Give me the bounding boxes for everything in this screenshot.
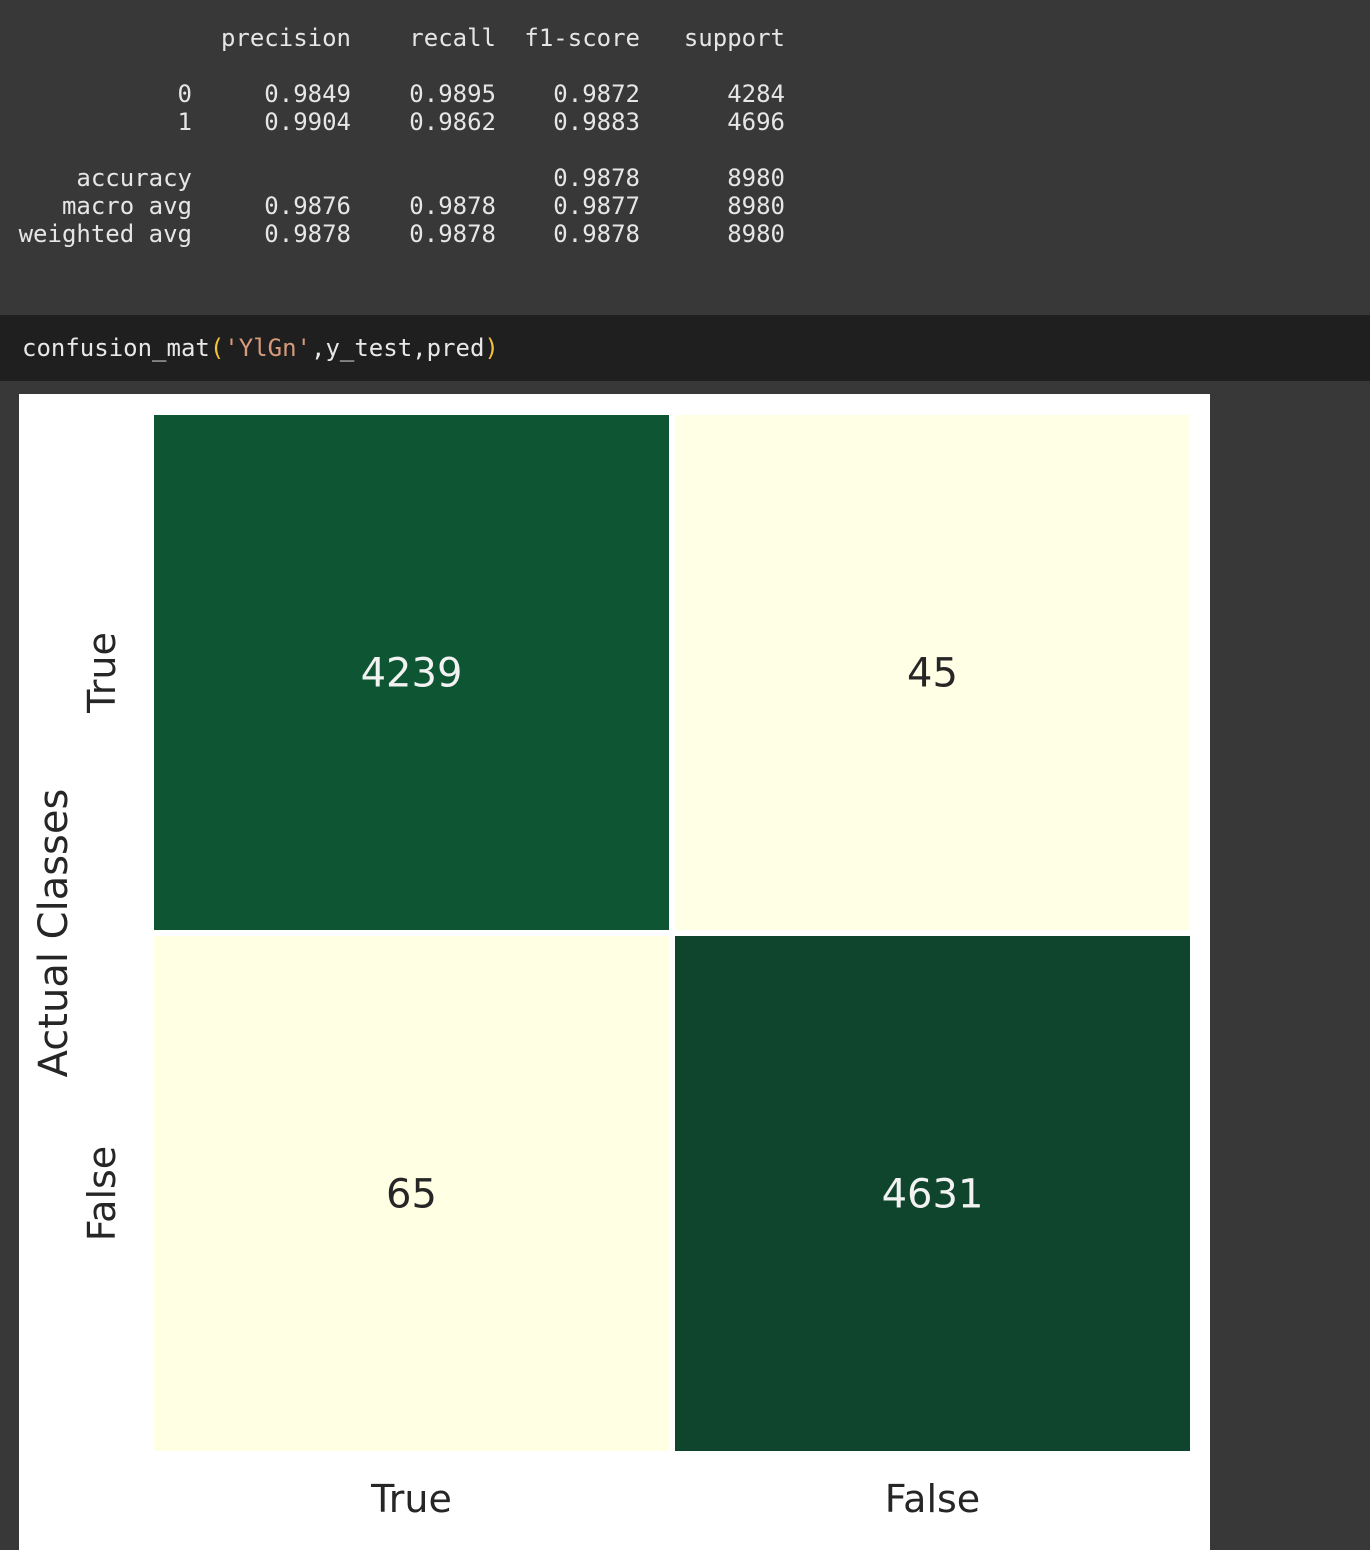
code-cell[interactable]: confusion_mat('YlGn',y_test,pred) bbox=[0, 315, 1370, 381]
report-row-label: 1 bbox=[177, 108, 192, 136]
report-cell: 0.9872 bbox=[553, 80, 640, 108]
report-cell: 0.9878 bbox=[409, 220, 496, 248]
report-cell: 0.9878 bbox=[409, 192, 496, 220]
cell-value-label: 45 bbox=[907, 651, 958, 697]
cell-value-label: 65 bbox=[386, 1172, 437, 1218]
report-cell: 0.9878 bbox=[264, 220, 351, 248]
remaining-arguments: ,y_test,pred bbox=[311, 334, 485, 362]
classification-report-output: precision recall f1-score support 0 0.9849 0.9… bbox=[0, 0, 1370, 315]
report-cell: 8980 bbox=[727, 220, 785, 248]
report-cell: 0.9878 bbox=[553, 164, 640, 192]
report-header-recall: recall bbox=[409, 24, 496, 52]
cell-value-label: 4239 bbox=[361, 651, 463, 697]
report-cell: 0.9862 bbox=[409, 108, 496, 136]
report-cell: 8980 bbox=[727, 164, 785, 192]
close-paren: ) bbox=[484, 334, 499, 362]
open-paren: ( bbox=[209, 334, 225, 362]
report-cell: 0.9883 bbox=[553, 108, 640, 136]
report-cell: 0.9877 bbox=[553, 192, 640, 220]
report-cell: 4696 bbox=[727, 108, 785, 136]
report-header-f1-score: f1-score bbox=[524, 24, 640, 52]
report-row-label: weighted avg bbox=[18, 220, 192, 248]
report-row-label: macro avg bbox=[61, 192, 192, 220]
report-header-precision: precision bbox=[220, 24, 351, 52]
report-cell: 0.9876 bbox=[264, 192, 351, 220]
x-tick-label: False bbox=[885, 1477, 980, 1521]
report-cell: 0.9895 bbox=[409, 80, 496, 108]
confusion-matrix-heatmap: 423945654631TrueFalseTrueFalsePredicted … bbox=[31, 409, 1196, 1550]
report-cell: 0.9849 bbox=[264, 80, 351, 108]
report-row-label: accuracy bbox=[76, 164, 192, 192]
x-tick-label: True bbox=[370, 1477, 452, 1521]
string-argument: 'YlGn' bbox=[224, 334, 311, 362]
y-tick-label: False bbox=[80, 1146, 124, 1241]
y-axis-label: Actual Classes bbox=[31, 789, 77, 1078]
report-cell: 8980 bbox=[727, 192, 785, 220]
y-tick-label: True bbox=[80, 632, 124, 714]
plot-output: 423945654631TrueFalseTrueFalsePredicted … bbox=[19, 394, 1210, 1550]
report-row-label: 0 bbox=[177, 80, 192, 108]
cell-value-label: 4631 bbox=[882, 1172, 984, 1218]
report-cell: 0.9878 bbox=[553, 220, 640, 248]
report-cell: 0.9904 bbox=[264, 108, 351, 136]
report-header-support: support bbox=[683, 24, 785, 52]
report-cell: 4284 bbox=[727, 80, 785, 108]
function-name: confusion_mat bbox=[22, 334, 210, 362]
code-line[interactable]: confusion_mat('YlGn',y_test,pred) bbox=[22, 333, 499, 363]
